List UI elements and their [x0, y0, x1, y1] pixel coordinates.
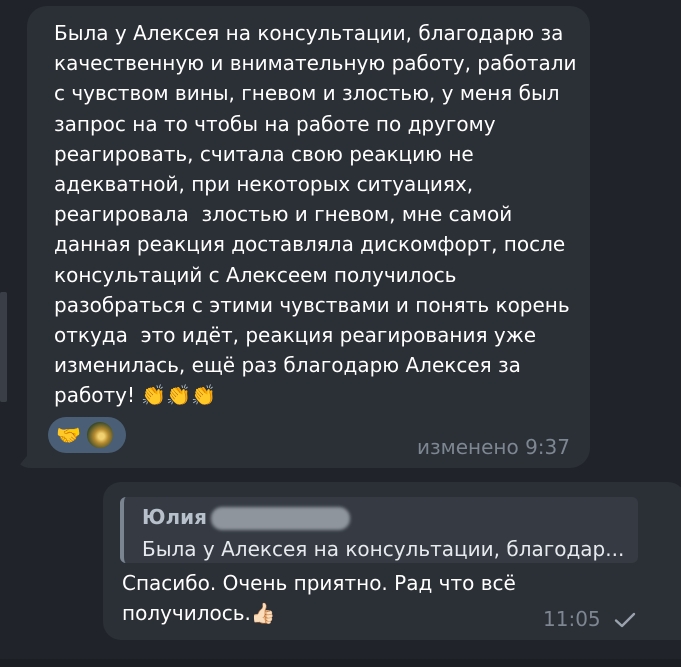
incoming-message-text: Была у Алексея на консультации, благодар… — [54, 18, 584, 411]
avatar — [84, 420, 115, 450]
check-icon — [614, 612, 636, 628]
message-timestamp: изменено 9:37 — [417, 435, 570, 459]
outgoing-message-body: Спасибо. Очень приятно. Рад что всё полу… — [122, 571, 516, 625]
outgoing-message-text: Спасибо. Очень приятно. Рад что всё полу… — [122, 568, 562, 628]
handshake-icon: 🤝 — [56, 423, 81, 447]
reaction-chip[interactable]: 🤝 — [48, 417, 126, 453]
thumbs-up-icon: 👍🏻 — [250, 601, 276, 625]
reply-author-name: Юлия — [142, 505, 207, 529]
clapping-hands-icon: 👏👏👏 — [141, 383, 217, 408]
outgoing-timestamp: 11:05 — [543, 607, 601, 631]
reply-snippet: Была у Алексея на консультации, благодар… — [142, 537, 625, 561]
incoming-message-body: Была у Алексея на консультации, благодар… — [54, 21, 583, 408]
composer-edge — [0, 659, 681, 667]
redacted-surname — [211, 507, 350, 530]
scrollbar[interactable] — [0, 292, 7, 402]
